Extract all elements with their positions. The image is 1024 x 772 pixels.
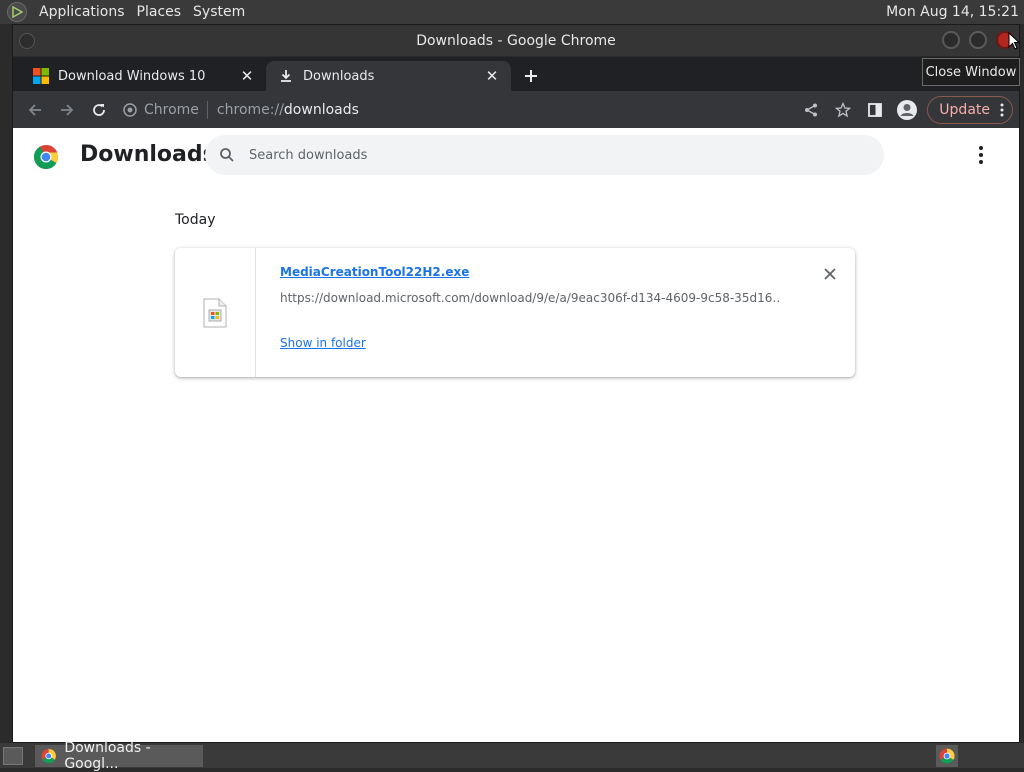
update-label: Update <box>939 101 990 118</box>
search-input[interactable] <box>249 147 809 163</box>
chrome-logo-icon <box>41 748 56 763</box>
menu-places[interactable]: Places <box>131 4 188 20</box>
menu-system[interactable]: System <box>187 4 251 20</box>
minimize-button[interactable] <box>942 31 960 49</box>
desktop-top-panel: Applications Places System Mon Aug 14, 1… <box>0 0 1024 24</box>
reload-icon <box>93 103 105 116</box>
chrome-site-icon <box>123 102 137 117</box>
site-info-chip[interactable]: Chrome <box>123 100 208 119</box>
windows-logo-icon <box>33 68 49 84</box>
star-icon <box>835 101 852 117</box>
tab-downloads[interactable]: Downloads ✕ <box>266 61 511 91</box>
search-icon <box>217 145 237 165</box>
close-icon <box>824 268 836 280</box>
chrome-logo-icon <box>939 748 955 764</box>
update-button[interactable]: Update <box>927 95 1013 124</box>
show-in-folder-link[interactable]: Show in folder <box>280 336 366 350</box>
more-vert-icon <box>1000 103 1004 116</box>
site-chip-label: Chrome <box>144 101 199 118</box>
close-tab-icon[interactable]: ✕ <box>483 67 501 85</box>
mouse-cursor-icon <box>1008 32 1020 50</box>
chrome-window: Downloads - Google Chrome Download Windo… <box>12 24 1020 743</box>
share-button[interactable] <box>795 94 827 126</box>
window-menu-icon[interactable] <box>19 33 35 49</box>
arrow-right-icon <box>61 103 74 116</box>
file-source-url: https://download.microsoft.com/download/… <box>280 291 780 305</box>
distro-logo-icon[interactable] <box>7 2 27 22</box>
search-bar[interactable] <box>205 135 884 175</box>
url-host: downloads <box>283 101 359 118</box>
avatar-icon <box>897 99 918 120</box>
new-tab-button[interactable] <box>517 62 545 90</box>
exe-file-icon <box>203 298 227 327</box>
download-item: MediaCreationTool22H2.exe https://downlo… <box>175 248 855 377</box>
download-icon <box>281 70 291 82</box>
date-section-label: Today <box>175 212 216 228</box>
reload-button[interactable] <box>83 94 115 126</box>
window-title: Downloads - Google Chrome <box>416 32 616 49</box>
url-scheme: chrome:// <box>216 101 284 118</box>
side-panel-icon <box>868 102 883 117</box>
side-panel-button[interactable] <box>859 94 891 126</box>
tab-title: Downloads <box>303 68 375 84</box>
clock[interactable]: Mon Aug 14, 15:21 <box>886 4 1019 20</box>
tab-title: Download Windows 10 <box>58 68 206 84</box>
close-window-tooltip: Close Window <box>922 58 1020 86</box>
file-icon-column <box>175 248 256 377</box>
maximize-button[interactable] <box>969 31 987 49</box>
window-titlebar[interactable]: Downloads - Google Chrome <box>13 25 1019 57</box>
download-item-body: MediaCreationTool22H2.exe https://downlo… <box>256 248 855 377</box>
page-header: Downloads <box>13 128 1019 184</box>
bookmark-button[interactable] <box>827 94 859 126</box>
desktop-taskbar: Downloads - Googl... <box>0 740 1024 772</box>
browser-toolbar: Chrome chrome://downloads Update <box>13 91 1019 128</box>
taskbar-item-chrome[interactable]: Downloads - Googl... <box>35 740 203 772</box>
page-title: Downloads <box>80 142 216 167</box>
url-text: chrome://downloads <box>217 102 359 118</box>
address-bar[interactable]: Chrome chrome://downloads <box>123 94 796 125</box>
forward-button[interactable] <box>51 94 83 126</box>
arrow-left-icon <box>28 103 41 116</box>
profile-button[interactable] <box>891 94 923 126</box>
downloads-page: Downloads Today <box>13 128 1019 742</box>
tabstrip: Download Windows 10 ✕ Downloads ✕ <box>13 57 1019 91</box>
back-button[interactable] <box>19 94 51 126</box>
file-name-link[interactable]: MediaCreationTool22H2.exe <box>280 265 469 279</box>
menu-applications[interactable]: Applications <box>33 4 131 20</box>
taskbar-item-label: Downloads - Googl... <box>64 739 151 772</box>
chrome-logo-icon <box>33 144 59 170</box>
share-icon <box>805 103 818 116</box>
more-actions-button[interactable] <box>970 144 992 166</box>
tab-download-windows-10[interactable]: Download Windows 10 ✕ <box>21 61 266 91</box>
close-tab-icon[interactable]: ✕ <box>238 67 256 85</box>
plus-icon <box>525 70 537 82</box>
tray-chrome-icon[interactable] <box>936 744 958 767</box>
show-desktop-button[interactable] <box>3 746 23 765</box>
remove-download-button[interactable] <box>821 265 839 283</box>
